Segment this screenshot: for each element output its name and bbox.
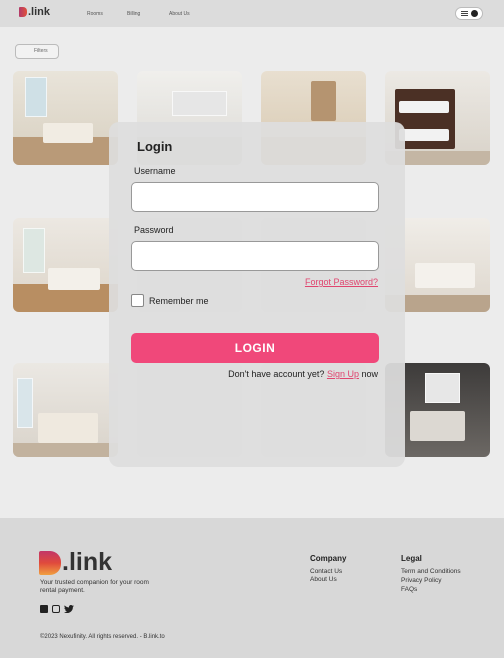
facebook-icon[interactable] bbox=[40, 605, 48, 613]
username-label: Username bbox=[134, 166, 176, 176]
username-input[interactable] bbox=[131, 182, 379, 212]
footer-link-about-us[interactable]: About Us bbox=[310, 575, 337, 584]
nav-billing[interactable]: Billing bbox=[127, 11, 140, 17]
login-button[interactable]: LOGIN bbox=[131, 333, 379, 363]
footer-link-terms[interactable]: Term and Conditions bbox=[401, 567, 461, 576]
footer-tagline: Your trusted companion for your room ren… bbox=[40, 579, 149, 594]
password-label: Password bbox=[134, 225, 174, 235]
remember-me-label: Remember me bbox=[149, 296, 209, 306]
room-card[interactable] bbox=[13, 363, 118, 457]
brand-logo[interactable]: .link bbox=[19, 6, 50, 18]
room-card[interactable] bbox=[13, 218, 118, 312]
logo-mark-icon bbox=[19, 7, 27, 17]
login-modal: Login Username Password Forgot Password?… bbox=[109, 122, 405, 467]
top-navbar: .link Rooms Billing About Us bbox=[0, 0, 504, 27]
nav-rooms[interactable]: Rooms bbox=[87, 11, 103, 17]
twitter-icon[interactable] bbox=[64, 605, 74, 613]
password-input[interactable] bbox=[131, 241, 379, 271]
footer-link-faqs[interactable]: FAQs bbox=[401, 585, 417, 594]
signup-suffix: now bbox=[361, 369, 378, 379]
footer: .link Your trusted companion for your ro… bbox=[0, 518, 504, 658]
instagram-icon[interactable] bbox=[52, 605, 60, 613]
signup-prefix: Don't have account yet? bbox=[228, 369, 325, 379]
avatar bbox=[470, 10, 478, 17]
room-card[interactable] bbox=[13, 71, 118, 165]
login-title: Login bbox=[137, 139, 173, 154]
copyright: ©2023 Nexufinity. All rights reserved. -… bbox=[40, 634, 165, 640]
footer-link-privacy[interactable]: Privacy Policy bbox=[401, 576, 441, 585]
forgot-password-link[interactable]: Forgot Password? bbox=[305, 277, 378, 287]
nav-about-us[interactable]: About Us bbox=[169, 11, 190, 17]
filters-button[interactable]: Filters bbox=[15, 44, 59, 59]
signup-prompt: Don't have account yet? Sign Up now bbox=[228, 369, 378, 379]
brand-name: .link bbox=[28, 6, 51, 18]
social-links bbox=[40, 605, 74, 613]
menu-toggle[interactable] bbox=[455, 7, 483, 20]
remember-me-checkbox[interactable] bbox=[131, 294, 144, 307]
footer-brand-name: .link bbox=[62, 548, 113, 576]
footer-logo[interactable]: .link bbox=[39, 548, 112, 577]
company-heading: Company bbox=[310, 554, 347, 563]
hamburger-icon bbox=[460, 11, 468, 16]
logo-mark-icon bbox=[39, 550, 61, 575]
legal-heading: Legal bbox=[401, 554, 422, 563]
sign-up-link[interactable]: Sign Up bbox=[327, 369, 359, 379]
